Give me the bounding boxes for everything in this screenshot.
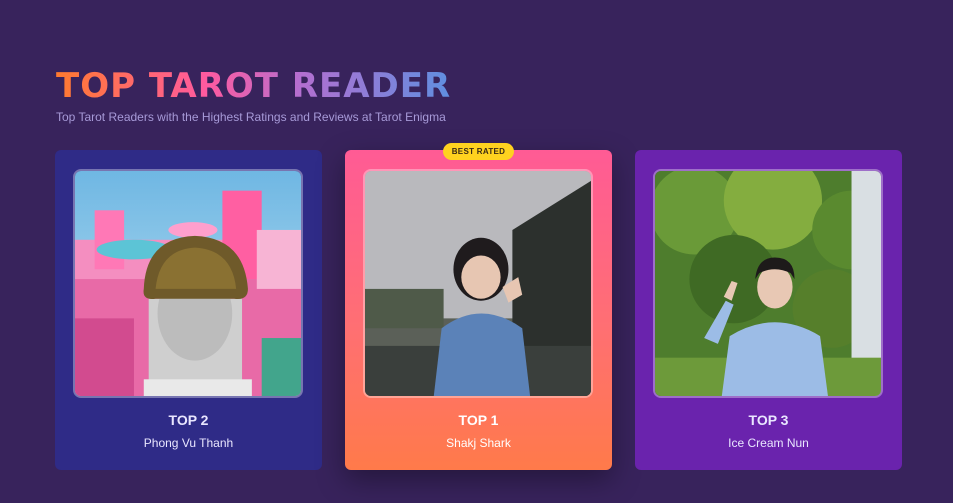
section-title: TOP TAROT READER: [56, 66, 452, 106]
reader-photo[interactable]: [73, 169, 303, 398]
reader-rank: TOP 3: [748, 412, 789, 428]
reader-card-top3[interactable]: TOP 3 Ice Cream Nun: [635, 150, 902, 470]
reader-photo-image: [655, 171, 881, 396]
reader-photo[interactable]: [363, 169, 593, 398]
reader-photo-image: [365, 171, 591, 396]
reader-card-top2[interactable]: TOP 2 Phong Vu Thanh: [55, 150, 322, 470]
reader-rank: TOP 2: [168, 412, 209, 428]
best-rated-badge: BEST RATED: [443, 143, 514, 160]
reader-photo-image: [75, 171, 301, 396]
reader-photo[interactable]: [653, 169, 883, 398]
reader-card-top1[interactable]: BEST RATED TOP 1 Shakj Shark: [345, 143, 612, 470]
reader-name[interactable]: Ice Cream Nun: [635, 436, 902, 450]
top-readers-section: TOP TAROT READER Top Tarot Readers with …: [0, 0, 953, 503]
reader-name[interactable]: Shakj Shark: [345, 436, 612, 450]
reader-name[interactable]: Phong Vu Thanh: [55, 436, 322, 450]
section-subtitle: Top Tarot Readers with the Highest Ratin…: [56, 110, 446, 124]
reader-rank: TOP 1: [458, 412, 499, 428]
